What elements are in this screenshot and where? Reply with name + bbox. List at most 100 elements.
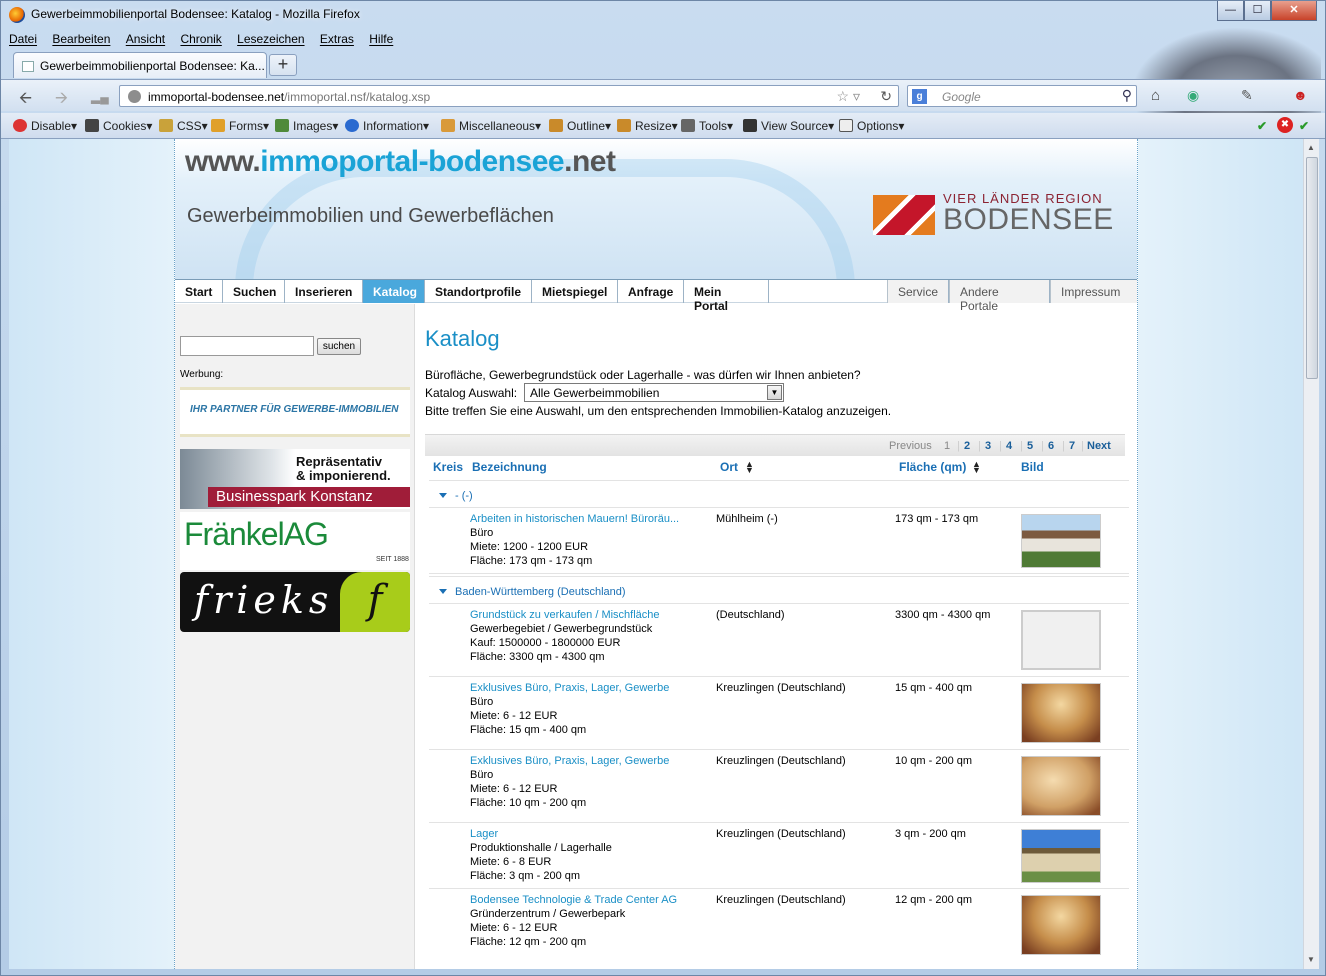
devbar-information[interactable]: Information▾: [345, 119, 429, 133]
nav-impressum[interactable]: Impressum: [1050, 280, 1137, 303]
devbar-resize[interactable]: Resize▾: [617, 119, 678, 133]
nav-mein-portal[interactable]: Mein Portal: [684, 280, 769, 313]
nav-mietspiegel[interactable]: Mietspiegel: [532, 280, 618, 303]
devbar-view-source[interactable]: View Source▾: [743, 119, 834, 133]
devbar-disable[interactable]: Disable▾: [13, 119, 77, 133]
main-navigation: Start Suchen Inserieren Katalog Standort…: [175, 279, 1137, 313]
error-icon[interactable]: ✖: [1277, 117, 1293, 133]
menu-extras[interactable]: Extras: [320, 32, 354, 46]
listing-thumbnail[interactable]: [1021, 756, 1101, 816]
forms-icon: [211, 119, 225, 132]
devbar-forms[interactable]: Forms▾: [211, 119, 269, 133]
column-kreis[interactable]: Kreis: [433, 460, 463, 474]
nav-andere-portale[interactable]: Andere Portale: [949, 280, 1050, 313]
ad-partner-banner[interactable]: IHR PARTNER FÜR GEWERBE-IMMOBILIEN: [180, 387, 410, 437]
ad-businesspark-konstanz[interactable]: Repräsentativ & imponierend. Businesspark…: [180, 449, 410, 509]
sidebar-search-input[interactable]: [180, 336, 314, 356]
listing-title-link[interactable]: Bodensee Technologie & Trade Center AG: [470, 893, 677, 907]
mascot-icon[interactable]: ☻: [1293, 87, 1308, 103]
listing-title-link[interactable]: Lager: [470, 827, 498, 841]
nav-katalog[interactable]: Katalog: [363, 280, 425, 303]
devbar-outline[interactable]: Outline▾: [549, 119, 611, 133]
url-domain: immoportal-bodensee.net: [148, 90, 285, 104]
pager-previous[interactable]: Previous: [889, 440, 932, 452]
devbar-miscellaneous[interactable]: Miscellaneous▾: [441, 119, 541, 133]
reload-icon[interactable]: ↻: [880, 88, 892, 105]
browser-window: Gewerbeimmobilienportal Bodensee: Katalo…: [0, 0, 1326, 976]
sidebar-search-button[interactable]: suchen: [317, 338, 361, 355]
listing-title-link[interactable]: Exklusives Büro, Praxis, Lager, Gewerbe: [470, 681, 669, 695]
forward-arrow-icon[interactable]: 🡪: [55, 87, 68, 114]
css-valid-icon[interactable]: ✔: [1257, 119, 1267, 133]
menu-chronik[interactable]: Chronik: [180, 32, 221, 46]
pager-next[interactable]: Next: [1087, 440, 1111, 452]
listing-thumbnail[interactable]: [1021, 514, 1101, 568]
devbar-options[interactable]: Options▾: [839, 119, 904, 133]
devbar-tools[interactable]: Tools▾: [681, 119, 733, 133]
search-bar[interactable]: g Google ⚲: [907, 85, 1137, 107]
new-tab-button[interactable]: +: [269, 54, 297, 76]
nav-service[interactable]: Service: [887, 280, 949, 303]
search-icon[interactable]: ⚲: [1122, 87, 1132, 104]
minimize-button[interactable]: —: [1217, 1, 1244, 21]
bodensee-region-logo[interactable]: VIER LÄNDER REGION BODENSEE: [873, 189, 1113, 239]
menu-lesezeichen[interactable]: Lesezeichen: [237, 32, 304, 46]
js-valid-icon[interactable]: ✔: [1299, 119, 1309, 133]
site-identity-icon[interactable]: [128, 90, 141, 103]
google-icon[interactable]: g: [912, 89, 927, 104]
nav-standortprofile[interactable]: Standortprofile: [425, 280, 532, 303]
nav-start[interactable]: Start: [175, 280, 223, 303]
nav-suchen[interactable]: Suchen: [223, 280, 285, 303]
devbar-cookies[interactable]: Cookies▾: [85, 119, 152, 133]
pager-page-5[interactable]: 5: [1027, 440, 1033, 452]
pager-page-4[interactable]: 4: [1006, 440, 1012, 452]
pager-page-6[interactable]: 6: [1048, 440, 1054, 452]
site-title[interactable]: www.immoportal-bodensee.net: [185, 145, 616, 179]
back-arrow-icon[interactable]: 🡨: [19, 87, 32, 114]
listing-title-link[interactable]: Exklusives Büro, Praxis, Lager, Gewerbe: [470, 754, 669, 768]
scroll-down-icon[interactable]: ▼: [1307, 955, 1315, 964]
close-button[interactable]: ✕: [1271, 1, 1317, 21]
menu-datei[interactable]: Datei: [9, 32, 37, 46]
addon-icon[interactable]: ◉: [1187, 87, 1199, 104]
maximize-button[interactable]: ☐: [1244, 1, 1271, 21]
scroll-up-icon[interactable]: ▲: [1307, 143, 1315, 152]
nav-anfrage[interactable]: Anfrage: [618, 280, 684, 303]
home-icon[interactable]: ⌂: [1151, 87, 1160, 104]
sort-flaeche-icon[interactable]: ▲ ▼: [972, 460, 981, 475]
menu-ansicht[interactable]: Ansicht: [126, 32, 165, 46]
group-header[interactable]: Baden-Württemberg (Deutschland): [429, 576, 1129, 604]
browser-tab[interactable]: Gewerbeimmobilienportal Bodensee: Ka...: [13, 52, 267, 78]
listing-thumbnail[interactable]: [1021, 895, 1101, 955]
chevron-down-icon[interactable]: ▼: [767, 385, 782, 400]
title-bar: Gewerbeimmobilienportal Bodensee: Katalo…: [1, 1, 1325, 29]
vertical-scrollbar[interactable]: ▲ ▼: [1303, 139, 1319, 969]
catalog-select[interactable]: Alle Gewerbeimmobilien ▼: [524, 383, 784, 402]
pager-page-2[interactable]: 2: [964, 440, 970, 452]
ad-fraenkel-ag[interactable]: FränkelAG SEIT 1888: [180, 512, 410, 570]
menu-hilfe[interactable]: Hilfe: [369, 32, 393, 46]
devbar-images[interactable]: Images▾: [275, 119, 338, 133]
listing-thumbnail[interactable]: [1021, 829, 1101, 883]
bookmark-star-icon[interactable]: ☆ ▿: [837, 88, 860, 105]
expand-triangle-icon[interactable]: [439, 493, 447, 498]
scrollbar-thumb[interactable]: [1306, 157, 1318, 379]
ad-frieks[interactable]: frieks f: [180, 572, 410, 632]
group-header[interactable]: - (-): [429, 480, 1129, 508]
listing-title-link[interactable]: Grundstück zu verkaufen / Mischfläche: [470, 608, 660, 622]
pipette-icon[interactable]: ✎: [1241, 87, 1253, 104]
nav-inserieren[interactable]: Inserieren: [285, 280, 363, 303]
listing-thumbnail[interactable]: [1021, 683, 1101, 743]
devbar-css[interactable]: CSS▾: [159, 119, 208, 133]
pager-page-7[interactable]: 7: [1069, 440, 1075, 452]
column-ort[interactable]: Ort: [720, 460, 738, 474]
menu-bearbeiten[interactable]: Bearbeiten: [52, 32, 110, 46]
sort-ort-icon[interactable]: ▲ ▼: [745, 460, 754, 475]
column-flaeche[interactable]: Fläche (qm): [899, 460, 966, 474]
pager-page-3[interactable]: 3: [985, 440, 991, 452]
expand-triangle-icon[interactable]: [439, 589, 447, 594]
listing-thumbnail[interactable]: [1021, 610, 1101, 670]
listing-title-link[interactable]: Arbeiten in historischen Mauern! Büroräu…: [470, 512, 679, 526]
column-bezeichnung[interactable]: Bezeichnung: [472, 460, 547, 474]
url-bar[interactable]: immoportal-bodensee.net/immoportal.nsf/k…: [119, 85, 899, 107]
